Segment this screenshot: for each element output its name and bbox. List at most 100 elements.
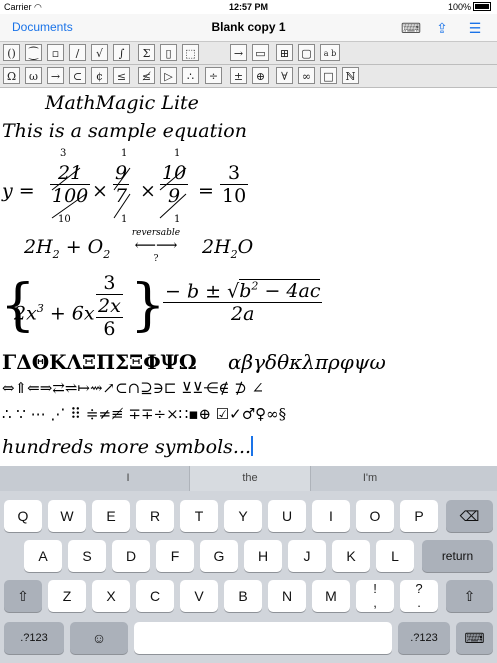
eq1-cancel-top-2: 1 xyxy=(121,148,128,159)
key-f[interactable]: F xyxy=(156,540,194,572)
shift-icon: ⇧ xyxy=(17,588,29,604)
list-icon[interactable]: ☰ xyxy=(464,17,486,39)
key-i[interactable]: I xyxy=(312,500,350,532)
key-t[interactable]: T xyxy=(180,500,218,532)
template-toolbar: () ⁐ ▫ ∕ √ ∫ Σ ▯ ⬚ → ▭ ⊞ ▢ a b xyxy=(0,42,497,65)
eq2-arrow-under: ? xyxy=(153,254,159,264)
sym-greek-upper[interactable]: Ω xyxy=(3,67,20,84)
tool-text[interactable]: a b xyxy=(320,44,340,61)
return-key[interactable]: return xyxy=(422,540,493,572)
key-question-period[interactable]: ? . xyxy=(400,580,438,612)
tool-sqrt[interactable]: √ xyxy=(91,44,108,61)
document-title: Blank copy 1 xyxy=(211,20,286,34)
battery-icon xyxy=(473,2,491,11)
keyboard-toggle-icon[interactable]: ⌨ xyxy=(400,17,422,39)
key-k[interactable]: K xyxy=(332,540,370,572)
suggestion-1[interactable]: I xyxy=(68,466,188,491)
sym-arrows[interactable]: → xyxy=(47,67,64,84)
eq1-lhs: y = xyxy=(2,180,35,202)
dismiss-keyboard-key[interactable]: ⌨ xyxy=(456,622,493,654)
emoji-icon: ☺ xyxy=(91,630,107,646)
suggestion-3[interactable]: I'm xyxy=(310,466,430,491)
key-p[interactable]: P xyxy=(400,500,438,532)
key-a[interactable]: A xyxy=(24,540,62,572)
sym-therefore[interactable]: ∴ xyxy=(182,67,199,84)
eq3-terms: 2x3 + 6x xyxy=(14,302,95,325)
tool-sum[interactable]: Σ xyxy=(138,44,155,61)
emoji-key[interactable]: ☺ xyxy=(70,622,128,654)
backspace-icon: ⌫ xyxy=(459,508,480,524)
suggestion-2[interactable]: the xyxy=(189,466,311,491)
key-h[interactable]: H xyxy=(244,540,282,572)
shift-icon: ⇧ xyxy=(463,588,476,604)
key-e[interactable]: E xyxy=(92,500,130,532)
editor-line-caption: This is a sample equation xyxy=(2,120,247,142)
key-y[interactable]: Y xyxy=(224,500,262,532)
key-c[interactable]: C xyxy=(136,580,174,612)
symbol-toolbar: Ω ω → ⊂ ¢ ≤ ≰ ▷ ∴ ÷ ± ⊕ ∀ ∞ □ ℕ xyxy=(0,65,497,88)
tool-parentheses[interactable]: () xyxy=(3,44,20,61)
tool-rect[interactable]: ▭ xyxy=(252,44,269,61)
key-u[interactable]: U xyxy=(268,500,306,532)
equation-brace-and-quadratic: { 2x3 + 6x 3 2x 6 } − b ± √b2 − 4ac 2a xyxy=(0,268,497,348)
tool-frame[interactable]: ▢ xyxy=(298,44,315,61)
key-n[interactable]: N xyxy=(268,580,306,612)
tool-matrix[interactable]: ⊞ xyxy=(276,44,293,61)
numbers-key-right[interactable]: .?123 xyxy=(398,622,450,654)
key-w[interactable]: W xyxy=(48,500,86,532)
shift-key-left[interactable]: ⇧ xyxy=(4,580,42,612)
sym-plusminus[interactable]: ± xyxy=(230,67,247,84)
greek-uppercase: ΓΔΘΚΛΞΠΣΞΦΨΩ xyxy=(2,350,197,374)
key-j[interactable]: J xyxy=(288,540,326,572)
sym-cent[interactable]: ¢ xyxy=(91,67,108,84)
sym-leq[interactable]: ≤ xyxy=(113,67,130,84)
key-l[interactable]: L xyxy=(376,540,414,572)
tool-integral[interactable]: ∫ xyxy=(113,44,130,61)
key-q[interactable]: Q xyxy=(4,500,42,532)
key-d[interactable]: D xyxy=(112,540,150,572)
key-b[interactable]: B xyxy=(224,580,262,612)
space-bar[interactable] xyxy=(134,622,392,654)
editor-line-title: MathMagic Lite xyxy=(45,92,199,114)
equation-editor[interactable]: MathMagic Lite This is a sample equation… xyxy=(0,88,497,466)
sym-infinity[interactable]: ∞ xyxy=(298,67,315,84)
sym-square[interactable]: □ xyxy=(320,67,337,84)
key-v[interactable]: V xyxy=(180,580,218,612)
navigation-bar: Documents Blank copy 1 ⌨ ⇪ ☰ xyxy=(0,14,497,42)
sym-naturals[interactable]: ℕ xyxy=(342,67,359,84)
cancel-strikes xyxy=(51,167,187,219)
tool-overline[interactable]: ⁐ xyxy=(25,44,42,61)
tool-box[interactable]: ▯ xyxy=(160,44,177,61)
key-x[interactable]: X xyxy=(92,580,130,612)
sym-forall[interactable]: ∀ xyxy=(276,67,293,84)
sym-greek-lower[interactable]: ω xyxy=(25,67,42,84)
sym-oplus[interactable]: ⊕ xyxy=(252,67,269,84)
key-g[interactable]: G xyxy=(200,540,238,572)
suggestion-bar: I the I'm xyxy=(0,466,497,491)
share-icon[interactable]: ⇪ xyxy=(431,17,453,39)
misc-symbols: ∴ ∵ ⋯ ⋰ ⠿ ≑≠≢ ∓∓÷×∷▪⊕ ☑✓♂♀∞§ xyxy=(2,405,287,423)
key-s[interactable]: S xyxy=(68,540,106,572)
key-m[interactable]: M xyxy=(312,580,350,612)
sym-divide[interactable]: ÷ xyxy=(205,67,222,84)
backspace-key[interactable]: ⌫ xyxy=(446,500,493,532)
eq1-cancel-top-1: 3 xyxy=(60,148,67,159)
eq1-cancel-top-3: 1 xyxy=(174,148,181,159)
battery-indicator: 100% xyxy=(448,2,491,12)
tool-subscript[interactable]: ▫ xyxy=(47,44,64,61)
eq2-right: 2H2O xyxy=(202,236,254,261)
key-r[interactable]: R xyxy=(136,500,174,532)
sym-nleq[interactable]: ≰ xyxy=(138,67,155,84)
shift-key-right[interactable]: ⇧ xyxy=(446,580,493,612)
tool-fraction[interactable]: ∕ xyxy=(69,44,86,61)
tool-arrow[interactable]: → xyxy=(230,44,247,61)
eq3-nested-fraction: 3 2x 6 xyxy=(96,272,123,340)
sym-triangle[interactable]: ▷ xyxy=(160,67,177,84)
key-exclaim-comma[interactable]: ! , xyxy=(356,580,394,612)
sym-sets[interactable]: ⊂ xyxy=(69,67,86,84)
key-z[interactable]: Z xyxy=(48,580,86,612)
clock-label: 12:57 PM xyxy=(228,2,269,12)
numbers-key-left[interactable]: .?123 xyxy=(4,622,64,654)
tool-placeholder[interactable]: ⬚ xyxy=(182,44,199,61)
key-o[interactable]: O xyxy=(356,500,394,532)
